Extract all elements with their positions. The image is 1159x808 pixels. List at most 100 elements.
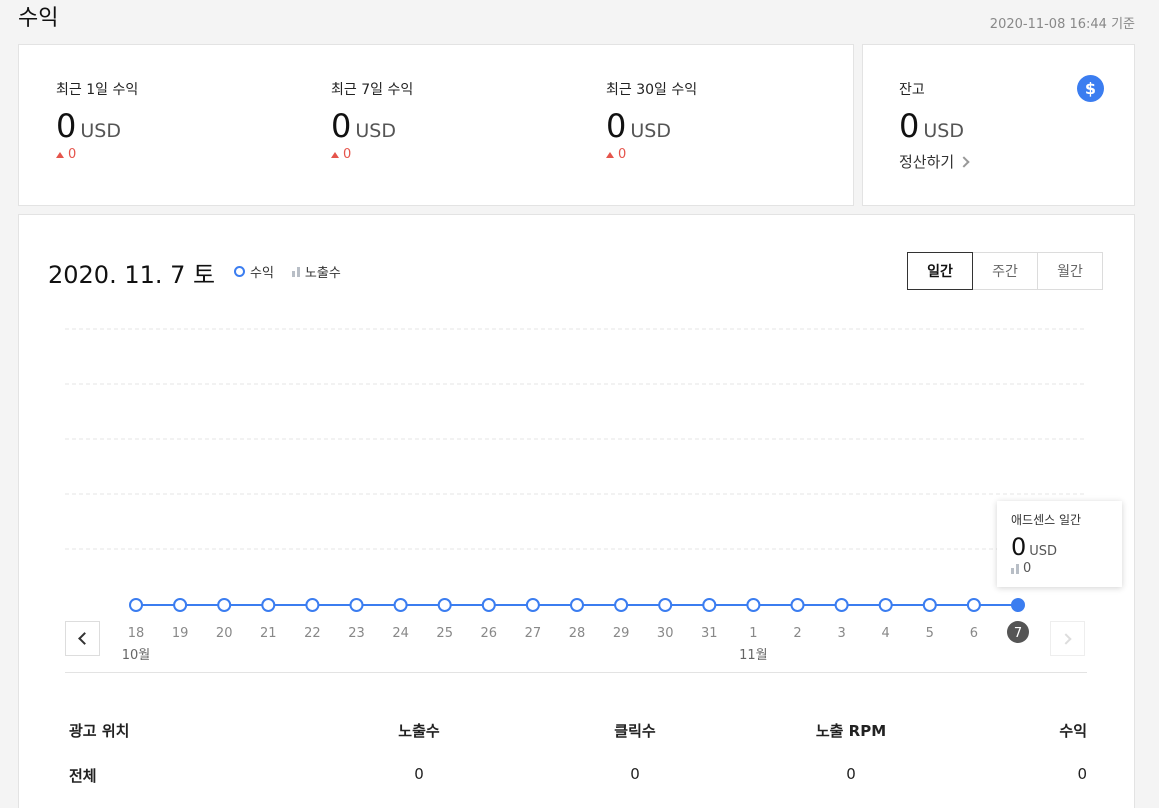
metric-7day: 최근 7일 수익 0 USD 0 (331, 79, 413, 162)
data-point (878, 598, 893, 612)
chart-tooltip: 애드센스 일간 0 USD 0 (997, 501, 1122, 587)
data-point (349, 598, 364, 612)
metric-delta-value: 0 (618, 147, 627, 162)
dollar-icon: $ (1077, 75, 1104, 102)
x-tick-label: 2 (793, 626, 801, 641)
cell-clicks: 0 (630, 765, 640, 783)
x-tick-label: 4 (882, 626, 890, 641)
cell-rpm: 0 (846, 765, 856, 783)
data-point (129, 598, 143, 612)
data-point (702, 598, 717, 612)
col-header-clicks: 클릭수 (614, 722, 656, 740)
x-tick-label: 1 (749, 626, 757, 641)
metric-value: 0 (606, 107, 627, 145)
col-header-impressions: 노출수 (398, 722, 440, 740)
metric-delta: 0 (331, 147, 413, 162)
data-point (746, 598, 761, 612)
metric-1day: 최근 1일 수익 0 USD 0 (56, 79, 138, 162)
x-tick-label: 23 (348, 626, 365, 641)
col-header-placement: 광고 위치 (69, 722, 130, 740)
data-point (966, 598, 981, 612)
metric-value: 0 (56, 107, 77, 145)
data-point (922, 598, 937, 612)
chevron-right-icon (958, 155, 970, 168)
data-point (658, 598, 673, 612)
revenue-page: 수익 2020-11-08 16:44 기준 최근 1일 수익 0 USD 0 … (0, 0, 1159, 808)
tooltip-unit: USD (1029, 544, 1058, 559)
x-tick-label: 24 (392, 626, 409, 641)
metric-unit: USD (630, 120, 671, 142)
x-tick-label: 29 (613, 626, 630, 641)
arrow-up-icon (606, 151, 614, 158)
balance-unit: USD (923, 120, 964, 142)
revenue-summary-card: 최근 1일 수익 0 USD 0 최근 7일 수익 0 USD 0 최근 30일… (18, 44, 854, 206)
col-header-revenue: 수익 (1059, 722, 1087, 740)
balance-label: 잔고 (899, 82, 925, 98)
x-tick-label: 6 (970, 626, 978, 641)
tooltip-value: 0 (1011, 533, 1027, 561)
x-tick-label: 26 (481, 626, 498, 641)
metric-unit: USD (80, 120, 121, 142)
page-title: 수익 (18, 6, 59, 31)
metric-30day: 최근 30일 수익 0 USD 0 (606, 79, 697, 162)
data-point (790, 598, 805, 612)
settle-label: 정산하기 (899, 153, 955, 171)
x-tick-label: 7 (1014, 626, 1022, 641)
data-point (305, 598, 320, 612)
tooltip-impressions-value: 0 (1023, 561, 1032, 576)
data-point (481, 598, 496, 612)
metric-unit: USD (355, 120, 396, 142)
month-label: 10월 (122, 648, 151, 663)
x-tick-label: 22 (304, 626, 321, 641)
x-tick-label: 19 (172, 626, 189, 641)
arrow-up-icon (331, 151, 339, 158)
prev-period-button[interactable] (65, 621, 100, 656)
data-point (261, 598, 276, 612)
metric-label: 최근 1일 수익 (56, 82, 139, 98)
balance-value: 0 (899, 107, 920, 145)
tab-daily[interactable]: 일간 (907, 252, 973, 290)
x-tick-label: 3 (837, 626, 845, 641)
data-point (173, 598, 188, 612)
metric-delta: 0 (606, 147, 697, 162)
x-tick-label: 21 (260, 626, 277, 641)
data-point (570, 598, 584, 612)
settle-link[interactable]: 정산하기 (899, 151, 970, 172)
arrow-up-icon (56, 151, 64, 158)
metric-delta-value: 0 (68, 147, 77, 162)
data-point (217, 598, 232, 612)
data-point (393, 598, 408, 612)
metric-delta: 0 (56, 147, 138, 162)
cell-impressions: 0 (414, 765, 424, 783)
tooltip-impressions: 0 (1011, 561, 1108, 576)
metric-label: 최근 7일 수익 (331, 82, 414, 98)
tooltip-label: 애드센스 일간 (1011, 513, 1082, 527)
x-tick-label: 30 (657, 626, 674, 641)
chart-card: 2020. 11. 7 토 수익 노출수 일간 주간 월간 18 19 20 21 22… (18, 214, 1135, 808)
bar-chart-icon (1011, 563, 1019, 574)
chevron-right-icon (1059, 632, 1072, 645)
col-header-rpm: 노출 RPM (815, 722, 887, 740)
x-tick-label: 27 (525, 626, 542, 641)
cell-placement: 전체 (69, 767, 97, 785)
data-point (525, 598, 540, 612)
chevron-left-icon (78, 632, 91, 645)
data-point (834, 598, 849, 612)
balance-metric: 잔고 0 USD 정산하기 (899, 79, 970, 172)
month-label: 11월 (739, 648, 768, 663)
divider (65, 672, 1087, 673)
metric-value: 0 (331, 107, 352, 145)
timestamp: 2020-11-08 16:44 기준 (989, 17, 1135, 32)
next-period-button[interactable] (1050, 621, 1085, 656)
data-point (1011, 598, 1025, 612)
x-tick-label: 20 (216, 626, 233, 641)
cell-revenue: 0 (1077, 765, 1087, 783)
x-tick-label: 18 (128, 626, 145, 641)
x-tick-label: 28 (569, 626, 586, 641)
x-tick-label: 25 (436, 626, 453, 641)
metric-label: 최근 30일 수익 (606, 82, 698, 98)
data-point (614, 598, 629, 612)
balance-card: 잔고 0 USD 정산하기 $ (862, 44, 1135, 206)
x-tick-label: 5 (926, 626, 934, 641)
x-tick-label: 31 (701, 626, 718, 641)
